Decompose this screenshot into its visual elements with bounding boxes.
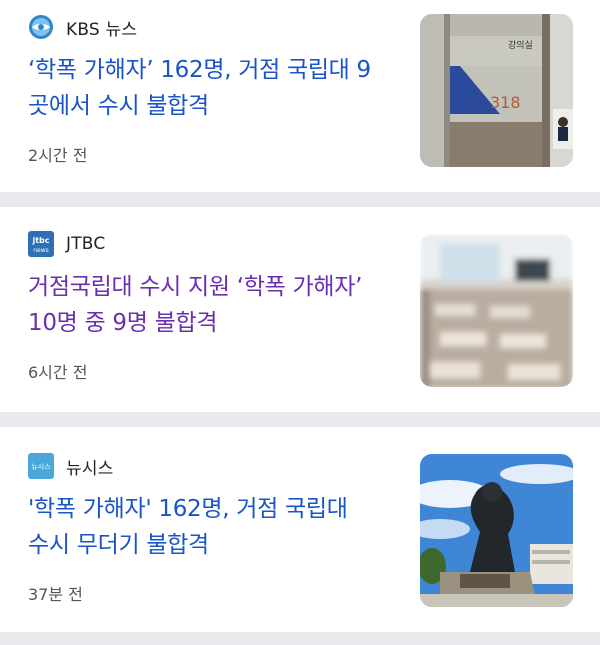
headline-line: ‘학폭 가해자’ 162명, 거점 국립대 9	[28, 57, 371, 83]
news-card-text: 뉴시스 뉴시스 '학폭 가해자' 162명, 거점 국립대 수시 무더기 불합격…	[28, 453, 398, 605]
source-name: KBS 뉴스	[66, 19, 138, 40]
news-feed: KBS 뉴스 ‘학폭 가해자’ 162명, 거점 국립대 9 곳에서 수시 불합…	[0, 0, 600, 645]
jtbc-logo-icon: jtbc news	[28, 231, 54, 257]
source-name: 뉴시스	[66, 458, 114, 479]
headline[interactable]: 거점국립대 수시 지원 ‘학폭 가해자’ 10명 중 9명 불합격	[28, 269, 398, 341]
headline-line: 수시 무더기 불합격	[28, 532, 209, 558]
svg-text:뉴시스: 뉴시스	[31, 463, 51, 471]
news-card-text: KBS 뉴스 ‘학폭 가해자’ 162명, 거점 국립대 9 곳에서 수시 불합…	[28, 14, 398, 166]
news-thumbnail[interactable]	[420, 234, 573, 387]
room-number: 318	[490, 93, 521, 112]
svg-text:news: news	[33, 247, 49, 254]
newsis-logo-icon: 뉴시스	[28, 453, 54, 479]
news-source[interactable]: KBS 뉴스	[28, 14, 398, 40]
timestamp: 2시간 전	[28, 146, 88, 165]
headline[interactable]: '학폭 가해자' 162명, 거점 국립대 수시 무더기 불합격	[28, 491, 398, 563]
kbs-logo-icon	[28, 14, 54, 40]
sign-label: 강의실	[508, 40, 533, 51]
headline[interactable]: ‘학폭 가해자’ 162명, 거점 국립대 9 곳에서 수시 불합격	[28, 52, 398, 124]
news-card[interactable]: KBS 뉴스 ‘학폭 가해자’ 162명, 거점 국립대 9 곳에서 수시 불합…	[0, 0, 600, 192]
headline-line: '학폭 가해자' 162명, 거점 국립대	[28, 496, 348, 522]
headline-line: 거점국립대 수시 지원 ‘학폭 가해자’	[28, 274, 363, 300]
timestamp: 6시간 전	[28, 363, 88, 382]
news-source[interactable]: 뉴시스 뉴시스	[28, 453, 398, 479]
svg-text:jtbc: jtbc	[31, 236, 49, 245]
source-name: JTBC	[66, 234, 106, 254]
news-card-text: jtbc news JTBC 거점국립대 수시 지원 ‘학폭 가해자’ 10명 …	[28, 231, 398, 383]
timestamp: 37분 전	[28, 585, 83, 604]
headline-line: 곳에서 수시 불합격	[28, 93, 209, 119]
news-thumbnail[interactable]	[420, 454, 573, 607]
news-source[interactable]: jtbc news JTBC	[28, 231, 398, 257]
news-thumbnail[interactable]: 강의실 318	[420, 14, 573, 167]
news-card[interactable]: 뉴시스 뉴시스 '학폭 가해자' 162명, 거점 국립대 수시 무더기 불합격…	[0, 427, 600, 632]
headline-line: 10명 중 9명 불합격	[28, 310, 218, 336]
news-card[interactable]: jtbc news JTBC 거점국립대 수시 지원 ‘학폭 가해자’ 10명 …	[0, 207, 600, 412]
